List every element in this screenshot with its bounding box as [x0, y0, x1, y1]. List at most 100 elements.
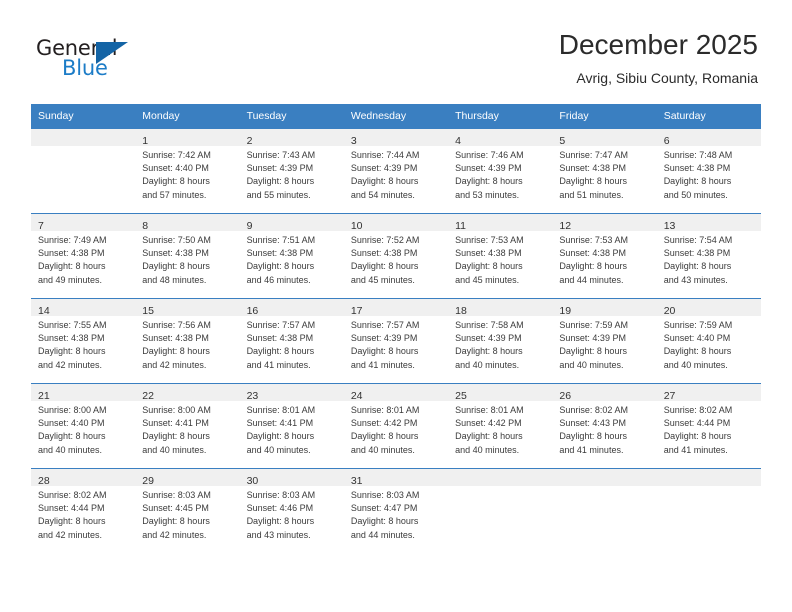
calendar-cell-day-20[interactable]: 20 Sunrise: 7:59 AM Sunset: 4:40 PM Dayligh… [656, 298, 761, 384]
daylight-text-line1: Daylight: 8 hours [559, 431, 627, 442]
calendar-cell-day-18[interactable]: 18 Sunrise: 7:58 AM Sunset: 4:39 PM Dayligh… [448, 298, 553, 384]
calendar-cell-day-25[interactable]: 25 Sunrise: 8:01 AM Sunset: 4:42 PM Dayligh… [448, 383, 553, 469]
calendar-cell-day-10[interactable]: 10 Sunrise: 7:52 AM Sunset: 4:38 PM Dayligh… [343, 213, 449, 299]
daylight-text-line1: Daylight: 8 hours [142, 431, 210, 442]
calendar-cell-day-26[interactable]: 26 Sunrise: 8:02 AM Sunset: 4:43 PM Dayligh… [552, 383, 657, 469]
calendar-cell-day-21[interactable]: 21 Sunrise: 8:00 AM Sunset: 4:40 PM Dayligh… [31, 383, 136, 469]
day-sun-info: Sunrise: 7:47 AM Sunset: 4:38 PM Daylight:… [552, 146, 656, 202]
sunrise-text: Sunrise: 8:03 AM [246, 490, 316, 500]
daylight-text-line2: and 40 minutes. [663, 359, 728, 370]
day-number: 6 [663, 135, 670, 147]
calendar-cell-day-28[interactable]: 28 Sunrise: 8:02 AM Sunset: 4:44 PM Dayligh… [31, 468, 136, 553]
day-number-bar: 31 [343, 469, 449, 487]
sunrise-text: Sunrise: 7:57 AM [350, 320, 420, 330]
daylight-text-line1: Daylight: 8 hours [246, 261, 315, 272]
calendar-cell-day-8[interactable]: 8 Sunrise: 7:50 AM Sunset: 4:38 PM Daylight… [135, 213, 240, 299]
day-number-bar: 25 [448, 384, 553, 402]
sunset-text: Sunset: 4:44 PM [663, 418, 731, 429]
calendar-cell-day-13[interactable]: 13 Sunrise: 7:54 AM Sunset: 4:38 PM Dayligh… [656, 213, 761, 299]
calendar-cell-day-2[interactable]: 2 Sunrise: 7:43 AM Sunset: 4:39 PM Daylight… [239, 128, 344, 214]
daylight-text-line1: Daylight: 8 hours [455, 431, 523, 442]
daylight-text-line2: and 44 minutes. [559, 274, 624, 285]
calendar-body: 1 Sunrise: 7:42 AM Sunset: 4:40 PM Daylight… [31, 128, 761, 553]
day-number: 10 [350, 220, 363, 232]
daylight-text-line1: Daylight: 8 hours [38, 261, 106, 272]
sunrise-text: Sunrise: 7:55 AM [38, 320, 107, 330]
day-sun-info: Sunrise: 8:01 AM Sunset: 4:42 PM Daylight:… [344, 401, 448, 457]
calendar-cell-day-27[interactable]: 27 Sunrise: 8:02 AM Sunset: 4:44 PM Dayligh… [656, 383, 761, 469]
calendar-cell-day-23[interactable]: 23 Sunrise: 8:01 AM Sunset: 4:41 PM Dayligh… [239, 383, 344, 469]
sunset-text: Sunset: 4:38 PM [142, 333, 209, 344]
calendar-cell-day-16[interactable]: 16 Sunrise: 7:57 AM Sunset: 4:38 PM Dayligh… [239, 298, 344, 384]
calendar-cell-day-19[interactable]: 19 Sunrise: 7:59 AM Sunset: 4:39 PM Dayligh… [552, 298, 657, 384]
sunrise-text: Sunrise: 7:47 AM [559, 150, 628, 160]
calendar-cell-day-29[interactable]: 29 Sunrise: 8:03 AM Sunset: 4:45 PM Dayligh… [135, 468, 240, 553]
day-cell [656, 469, 761, 553]
calendar-cell-day-24[interactable]: 24 Sunrise: 8:01 AM Sunset: 4:42 PM Dayligh… [343, 383, 449, 469]
sunrise-text: Sunrise: 8:01 AM [246, 405, 316, 415]
day-number-bar: 15 [135, 299, 240, 317]
day-number: 16 [246, 305, 259, 317]
day-number: 23 [246, 390, 259, 402]
day-sun-info: Sunrise: 7:43 AM Sunset: 4:39 PM Daylight:… [240, 146, 344, 202]
daylight-text-line2: and 44 minutes. [350, 529, 415, 540]
calendar-week-row: 14 Sunrise: 7:55 AM Sunset: 4:38 PM Dayligh… [31, 298, 761, 384]
calendar-cell-day-14[interactable]: 14 Sunrise: 7:55 AM Sunset: 4:38 PM Dayligh… [31, 298, 136, 384]
daylight-text-line1: Daylight: 8 hours [559, 261, 627, 272]
daylight-text-line2: and 50 minutes. [663, 189, 728, 200]
day-cell [552, 469, 657, 553]
day-number: 20 [663, 305, 676, 317]
weekday-header-saturday: Saturday [656, 104, 761, 129]
sunrise-text: Sunrise: 7:42 AM [142, 150, 211, 160]
daylight-text-line1: Daylight: 8 hours [455, 346, 523, 357]
daylight-text-line2: and 40 minutes. [455, 359, 520, 370]
sunset-text: Sunset: 4:38 PM [246, 333, 314, 344]
calendar-cell-day-11[interactable]: 11 Sunrise: 7:53 AM Sunset: 4:38 PM Dayligh… [448, 213, 553, 299]
general-blue-logo[interactable]: General Blue [36, 36, 166, 84]
day-number: 13 [663, 220, 676, 232]
day-number: 31 [350, 475, 363, 487]
calendar-cell-day-1[interactable]: 1 Sunrise: 7:42 AM Sunset: 4:40 PM Daylight… [135, 128, 240, 214]
daylight-text-line2: and 40 minutes. [38, 444, 103, 455]
day-number: 2 [246, 135, 253, 147]
day-sun-info: Sunrise: 8:03 AM Sunset: 4:46 PM Daylight:… [240, 486, 344, 542]
daylight-text-line2: and 53 minutes. [455, 189, 520, 200]
day-cell: 9 Sunrise: 7:51 AM Sunset: 4:38 PM Daylight… [239, 214, 344, 298]
daylight-text-line1: Daylight: 8 hours [246, 431, 315, 442]
calendar-week-row: 1 Sunrise: 7:42 AM Sunset: 4:40 PM Daylight… [31, 128, 761, 214]
calendar-cell-day-5[interactable]: 5 Sunrise: 7:47 AM Sunset: 4:38 PM Daylight… [552, 128, 657, 214]
daylight-text-line2: and 40 minutes. [350, 444, 415, 455]
day-cell: 4 Sunrise: 7:46 AM Sunset: 4:39 PM Daylight… [448, 129, 553, 213]
day-number-bar [552, 469, 657, 486]
calendar-cell-day-3[interactable]: 3 Sunrise: 7:44 AM Sunset: 4:39 PM Daylight… [343, 128, 449, 214]
daylight-text-line1: Daylight: 8 hours [350, 346, 419, 357]
daylight-text-line1: Daylight: 8 hours [559, 176, 627, 187]
calendar-cell-day-17[interactable]: 17 Sunrise: 7:57 AM Sunset: 4:39 PM Dayligh… [343, 298, 449, 384]
day-number-bar: 4 [448, 129, 553, 147]
calendar-cell-day-9[interactable]: 9 Sunrise: 7:51 AM Sunset: 4:38 PM Daylight… [239, 213, 344, 299]
sunset-text: Sunset: 4:38 PM [246, 248, 314, 259]
day-cell: 30 Sunrise: 8:03 AM Sunset: 4:46 PM Dayligh… [239, 469, 344, 553]
day-sun-info: Sunrise: 7:53 AM Sunset: 4:38 PM Daylight:… [552, 231, 656, 287]
daylight-text-line1: Daylight: 8 hours [350, 261, 419, 272]
calendar-page: General Blue December 2025 Avrig, Sibiu … [0, 0, 792, 612]
calendar-cell-day-15[interactable]: 15 Sunrise: 7:56 AM Sunset: 4:38 PM Dayligh… [135, 298, 240, 384]
sunset-text: Sunset: 4:38 PM [663, 248, 731, 259]
sunrise-text: Sunrise: 7:59 AM [663, 320, 733, 330]
day-number: 7 [38, 220, 44, 232]
daylight-text-line1: Daylight: 8 hours [455, 261, 523, 272]
sunrise-text: Sunrise: 7:52 AM [350, 235, 420, 245]
calendar-cell-day-12[interactable]: 12 Sunrise: 7:53 AM Sunset: 4:38 PM Dayligh… [552, 213, 657, 299]
day-cell: 22 Sunrise: 8:00 AM Sunset: 4:41 PM Dayligh… [135, 384, 240, 468]
day-number-bar: 8 [135, 214, 240, 232]
calendar-cell-day-6[interactable]: 6 Sunrise: 7:48 AM Sunset: 4:38 PM Daylight… [656, 128, 761, 214]
daylight-text-line2: and 48 minutes. [142, 274, 207, 285]
calendar-cell-day-4[interactable]: 4 Sunrise: 7:46 AM Sunset: 4:39 PM Daylight… [448, 128, 553, 214]
weekday-header-thursday: Thursday [448, 104, 553, 129]
sunset-text: Sunset: 4:38 PM [559, 163, 626, 174]
calendar-cell-day-7[interactable]: 7 Sunrise: 7:49 AM Sunset: 4:38 PM Daylight… [31, 213, 136, 299]
calendar-cell-day-31[interactable]: 31 Sunrise: 8:03 AM Sunset: 4:47 PM Dayligh… [343, 468, 449, 553]
calendar-cell-day-30[interactable]: 30 Sunrise: 8:03 AM Sunset: 4:46 PM Dayligh… [239, 468, 344, 553]
calendar-cell-day-22[interactable]: 22 Sunrise: 8:00 AM Sunset: 4:41 PM Dayligh… [135, 383, 240, 469]
day-sun-info: Sunrise: 7:57 AM Sunset: 4:39 PM Daylight:… [344, 316, 448, 372]
